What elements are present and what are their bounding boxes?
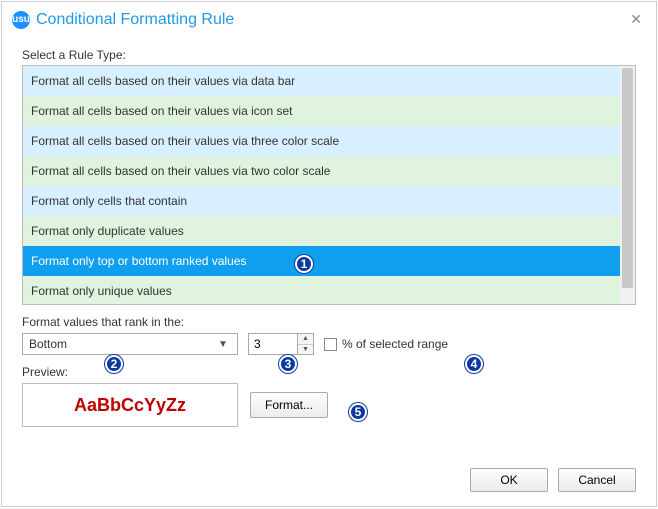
checkbox-box — [324, 338, 337, 351]
rank-count-spinner: ▲ ▼ — [248, 333, 314, 355]
rule-type-item[interactable]: Format only duplicate values — [23, 216, 620, 246]
rank-config-row: Bottom ▼ ▲ ▼ % of selected range — [22, 333, 636, 355]
scroll-thumb[interactable] — [622, 68, 633, 288]
dialog-footer: OK Cancel — [470, 468, 636, 492]
rule-type-item[interactable]: Format all cells based on their values v… — [23, 156, 620, 186]
app-icon: usu — [12, 11, 30, 29]
preview-row: AaBbCcYyZz Format... — [22, 383, 636, 427]
rule-type-item[interactable]: Format all cells based on their values v… — [23, 66, 620, 96]
format-values-rank-label: Format values that rank in the: — [22, 315, 636, 329]
rule-type-item[interactable]: Format all cells based on their values v… — [23, 96, 620, 126]
rule-type-list-body: Format all cells based on their values v… — [23, 66, 620, 304]
dialog-window: usu Conditional Formatting Rule ✕ Select… — [1, 1, 657, 507]
rule-type-item[interactable]: Format all cells based on their values v… — [23, 126, 620, 156]
preview-box: AaBbCcYyZz — [22, 383, 238, 427]
titlebar: usu Conditional Formatting Rule ✕ — [2, 2, 656, 36]
rank-direction-value: Bottom — [29, 337, 215, 351]
rank-count-input[interactable] — [248, 333, 298, 355]
rule-type-item[interactable]: Format only unique values — [23, 276, 620, 304]
chevron-down-icon: ▼ — [215, 339, 231, 350]
rank-direction-combo[interactable]: Bottom ▼ — [22, 333, 238, 355]
rule-type-list: Format all cells based on their values v… — [22, 65, 636, 305]
percent-of-range-label: % of selected range — [342, 337, 448, 351]
rule-list-scrollbar[interactable] — [620, 66, 635, 304]
preview-sample-text: AaBbCcYyZz — [74, 395, 186, 416]
spinner-up-icon[interactable]: ▲ — [298, 334, 313, 345]
rule-type-item[interactable]: Format only cells that contain — [23, 186, 620, 216]
dialog-title: Conditional Formatting Rule — [36, 11, 626, 29]
percent-of-range-checkbox[interactable]: % of selected range — [324, 337, 448, 351]
preview-label: Preview: — [22, 365, 636, 379]
spinner-buttons: ▲ ▼ — [298, 333, 314, 355]
close-icon[interactable]: ✕ — [626, 11, 646, 28]
format-button[interactable]: Format... — [250, 392, 328, 418]
rule-type-item[interactable]: Format only top or bottom ranked values — [23, 246, 620, 276]
spinner-down-icon[interactable]: ▼ — [298, 345, 313, 355]
dialog-content: Select a Rule Type: Format all cells bas… — [2, 36, 656, 427]
ok-button[interactable]: OK — [470, 468, 548, 492]
cancel-button[interactable]: Cancel — [558, 468, 636, 492]
select-rule-type-label: Select a Rule Type: — [22, 48, 636, 62]
